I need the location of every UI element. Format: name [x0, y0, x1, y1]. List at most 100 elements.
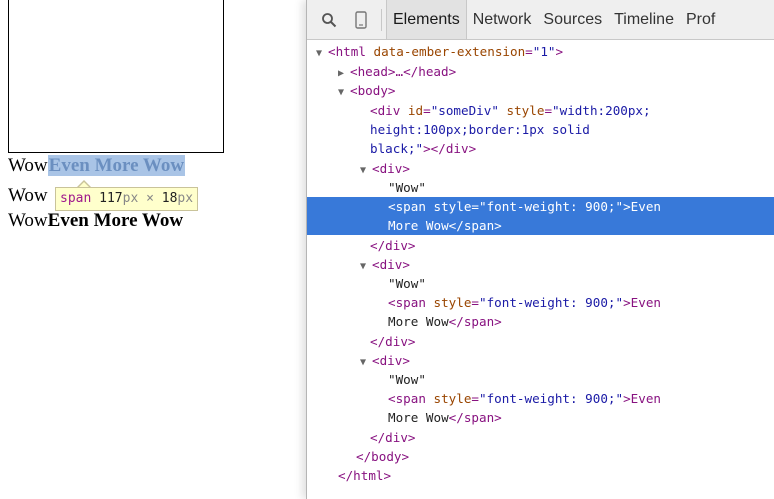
attr-name: style [498, 103, 545, 118]
attr-value: "1" [532, 44, 556, 59]
tree-node-span-selected[interactable]: <span style="font-weight: 900;">Even [307, 197, 774, 217]
attr-value: height:100px;border:1px solid [370, 122, 590, 137]
tooltip-width: 117 [99, 191, 123, 206]
some-div-box [8, 0, 224, 153]
tree-node-div[interactable]: ▼ <div> [307, 159, 774, 178]
attr-value: black;" [370, 141, 424, 156]
expand-triangle-icon[interactable]: ▼ [338, 83, 350, 102]
attr-eq: = [471, 199, 480, 214]
tag-end: </span> [448, 314, 502, 329]
element-size-tooltip: span 117px × 18px [55, 187, 199, 211]
tree-node-span-cont[interactable]: More Wow</span> [307, 312, 774, 331]
devtools-toolbar: Elements Network Sources Timeline Prof [307, 0, 774, 40]
even-more-wow-highlighted: Even More Wow [47, 155, 186, 176]
tree-node-div-close: </div> [307, 236, 774, 255]
wow-text: Wow [8, 155, 48, 176]
tag-span: <span [388, 295, 426, 310]
attr-name: style [425, 295, 472, 310]
even-more-wow: Even More Wow [47, 210, 184, 231]
tag-html: <html [328, 44, 366, 59]
attr-name: data-ember-extension [365, 44, 526, 59]
tag-div-close: </div> [370, 238, 416, 253]
span-text: More Wow [388, 410, 449, 425]
tooltip-times: × [146, 191, 154, 206]
tab-profiles[interactable]: Prof [680, 0, 721, 39]
tag-end: ></div> [423, 141, 477, 156]
tree-node-html-close: </html> [307, 466, 774, 485]
toolbar-divider [381, 8, 382, 31]
attr-name: style [425, 199, 472, 214]
tree-node-span[interactable]: <span style="font-weight: 900;">Even [307, 389, 774, 408]
tag-div: <div> [372, 161, 410, 176]
expand-triangle-icon[interactable]: ▼ [316, 44, 328, 63]
tree-node-somediv-cont: black;"></div> [307, 139, 774, 158]
tree-node-head[interactable]: ▶ <head>…</head> [307, 62, 774, 81]
devtools-panel: Elements Network Sources Timeline Prof ▼… [306, 0, 774, 499]
span-text: More Wow [388, 218, 449, 233]
attr-name: style [425, 391, 472, 406]
tag-end: > [555, 44, 564, 59]
tab-network[interactable]: Network [467, 0, 538, 39]
search-icon[interactable] [319, 9, 339, 31]
tab-timeline[interactable]: Timeline [608, 0, 680, 39]
tag-div: <div [370, 103, 401, 118]
tree-node-text[interactable]: "Wow" [307, 178, 774, 197]
attr-eq: = [423, 103, 431, 118]
attr-eq: = [525, 44, 533, 59]
attr-value: "width:200px; [552, 103, 651, 118]
tag-head: <head>…</head> [350, 64, 457, 79]
attr-eq: = [471, 391, 480, 406]
tree-node-body[interactable]: ▼ <body> [307, 81, 774, 100]
tree-node-div[interactable]: ▼ <div> [307, 351, 774, 370]
tree-node-text[interactable]: "Wow" [307, 274, 774, 293]
wow-text: Wow [8, 210, 48, 231]
tag-body: <body> [350, 83, 396, 98]
attr-value: "someDiv" [430, 103, 499, 118]
attr-value: "font-weight: 900;" [479, 295, 624, 310]
tooltip-width-unit: px [122, 191, 139, 206]
attr-eq: = [544, 103, 553, 118]
text-node: "Wow" [388, 372, 426, 387]
attr-name: id [400, 103, 424, 118]
tree-node-somediv[interactable]: <div id="someDiv" style="width:200px; [307, 101, 774, 120]
tag-end: </span> [448, 218, 502, 233]
tooltip-height-unit: px [177, 191, 194, 206]
attr-value: "font-weight: 900;" [479, 199, 624, 214]
tag-end: >Even [623, 199, 661, 214]
text-node: "Wow" [388, 180, 426, 195]
tag-span: <span [388, 391, 426, 406]
tag-html-close: </html> [338, 468, 392, 483]
wow-line-2: Wow [8, 185, 48, 207]
tab-elements[interactable]: Elements [386, 0, 467, 39]
attr-value: "font-weight: 900;" [479, 391, 624, 406]
tree-node-span-selected-cont[interactable]: More Wow</span> [307, 216, 774, 236]
tag-div: <div> [372, 353, 410, 368]
tag-end: >Even [623, 295, 661, 310]
wow-line-1: WowEven More Wow [8, 155, 186, 177]
span-text: More Wow [388, 314, 449, 329]
tag-span: <span [388, 199, 426, 214]
tree-node-text[interactable]: "Wow" [307, 370, 774, 389]
tree-node-span[interactable]: <span style="font-weight: 900;">Even [307, 293, 774, 312]
tab-sources[interactable]: Sources [537, 0, 608, 39]
tag-end: >Even [623, 391, 661, 406]
device-mode-icon[interactable] [351, 9, 371, 31]
tag-body-close: </body> [356, 449, 410, 464]
tag-end: </span> [448, 410, 502, 425]
text-node: "Wow" [388, 276, 426, 291]
tree-node-span-cont[interactable]: More Wow</span> [307, 408, 774, 427]
tooltip-height: 18 [161, 191, 178, 206]
tree-node-div[interactable]: ▼ <div> [307, 255, 774, 274]
tree-node-div-close: </div> [307, 428, 774, 447]
tree-node-html[interactable]: ▼ <html data-ember-extension="1"> [307, 42, 774, 61]
wow-text: Wow [8, 185, 48, 206]
tag-div: <div> [372, 257, 410, 272]
attr-eq: = [471, 295, 480, 310]
tree-node-div-close: </div> [307, 332, 774, 351]
tooltip-tag: span [60, 191, 92, 206]
tree-node-somediv-cont: height:100px;border:1px solid [307, 120, 774, 139]
tag-div-close: </div> [370, 430, 416, 445]
page-viewport: WowEven More Wow Wow span 117px × 18px W… [0, 0, 306, 499]
tree-node-body-close: </body> [307, 447, 774, 466]
wow-line-3: WowEven More Wow [8, 210, 183, 232]
